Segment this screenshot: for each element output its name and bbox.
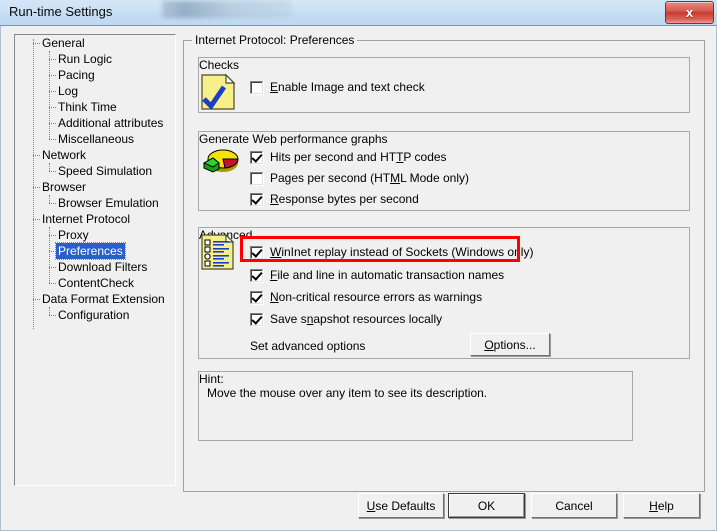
tree-item-label: Browser — [42, 180, 87, 194]
tree-item-label: General — [42, 36, 85, 50]
ok-label: OK — [449, 494, 524, 517]
checkbox-box[interactable] — [250, 150, 263, 164]
hint-text: Move the mouse over any item to see its … — [207, 386, 488, 400]
tree-item-configuration[interactable]: Configuration — [15, 307, 175, 323]
tree-spine — [49, 163, 50, 171]
checkbox-box[interactable] — [250, 171, 263, 185]
tree-item-additional-attributes[interactable]: Additional attributes — [15, 115, 175, 131]
settings-tree-panel[interactable]: General Run Logic Pacing Log Think Time Addit… — [14, 34, 176, 486]
checkbox-box[interactable] — [250, 312, 263, 326]
tree-item-label: Additional attributes — [58, 116, 164, 130]
checkbox-box[interactable] — [250, 192, 263, 206]
tree-item-think-time[interactable]: Think Time — [15, 99, 175, 115]
tree-item-label: Run Logic — [58, 52, 113, 66]
checkbox-save-snapshot-resources-locally[interactable]: Save snapshot resources locally — [250, 311, 442, 327]
checkbox-box[interactable] — [250, 80, 263, 94]
tree-item-label: Preferences — [55, 242, 126, 260]
checkbox-label: Save snapshot resources locally — [270, 312, 443, 326]
tree-item-label: Speed Simulation — [58, 164, 153, 178]
cancel-button[interactable]: Cancel — [531, 493, 617, 518]
checkbox-non-critical-resource-errors-as-warnings[interactable]: Non-critical resource errors as warnings — [250, 289, 482, 305]
use-defaults-label: Use Defaults — [366, 498, 436, 513]
window-title: Run-time Settings — [9, 4, 113, 19]
yellow-page-check-icon — [200, 73, 238, 116]
checkbox-label: Non-critical resource errors as warnings — [270, 290, 483, 304]
options-button[interactable]: Options... — [470, 333, 550, 356]
group-title-advanced: Advanced — [199, 228, 689, 242]
tree-item-miscellaneous[interactable]: Miscellaneous — [15, 131, 175, 147]
checkbox-label: Enable Image and text check — [270, 80, 425, 94]
close-button[interactable]: x — [665, 1, 714, 24]
group-title-hint: Hint: — [199, 372, 224, 386]
tree-spine — [49, 51, 50, 139]
obscured-background-text — [162, 1, 292, 18]
title-bar: Run-time Settings x — [0, 0, 717, 26]
tree-spine — [49, 195, 50, 203]
tree-item-label: Network — [42, 148, 87, 162]
cancel-label: Cancel — [555, 498, 593, 513]
dialog-client-area: General Run Logic Pacing Log Think Time Addit… — [0, 26, 717, 531]
checkbox-wininet-replay-instead-of-sockets[interactable]: WinInet replay instead of Sockets (Windo… — [250, 244, 533, 260]
tree-item-internet-protocol[interactable]: Internet Protocol — [15, 211, 175, 227]
hint-group: Hint: Move the mouse over any item to se… — [198, 371, 633, 441]
tree-item-label: Miscellaneous — [58, 132, 135, 146]
tree-item-run-logic[interactable]: Run Logic — [15, 51, 175, 67]
tree-item-label: Think Time — [58, 100, 117, 114]
tree-item-proxy[interactable]: Proxy — [15, 227, 175, 243]
tree-item-network[interactable]: Network — [15, 147, 175, 163]
set-advanced-options-label: Set advanced options — [250, 339, 366, 353]
tree-spine — [49, 307, 50, 315]
group-title-main: Internet Protocol: Preferences — [192, 33, 358, 47]
tree-item-label: Internet Protocol — [42, 212, 131, 226]
group-title-graphs: Generate Web performance graphs — [199, 132, 388, 146]
checkbox-pages-per-second[interactable]: Pages per second (HTML Mode only) — [250, 170, 469, 186]
runtime-settings-dialog: Run-time Settings x General Run Logic Paci… — [0, 0, 717, 531]
checkbox-enable-image-and-text-check[interactable]: Enable Image and text check — [250, 79, 425, 95]
tree-item-browser-emulation[interactable]: Browser Emulation — [15, 195, 175, 211]
tree-item-pacing[interactable]: Pacing — [15, 67, 175, 83]
options-button-label: Options... — [484, 337, 536, 352]
tree-item-general[interactable]: General — [15, 35, 175, 51]
checkbox-label: Hits per second and HTTP codes — [270, 150, 447, 164]
tree-item-label: Browser Emulation — [58, 196, 159, 210]
tree-spine — [49, 227, 50, 283]
tree-item-label: ContentCheck — [58, 276, 135, 290]
tree-item-preferences[interactable]: Preferences — [15, 242, 175, 260]
tree-item-speed-simulation[interactable]: Speed Simulation — [15, 163, 175, 179]
checkbox-label: Response bytes per second — [270, 192, 419, 206]
tree-item-browser[interactable]: Browser — [15, 179, 175, 195]
checkbox-hits-per-second-and-http-codes[interactable]: Hits per second and HTTP codes — [250, 149, 447, 165]
yellow-document-list-icon — [200, 233, 238, 276]
tree-item-label: Log — [58, 84, 79, 98]
pie-chart-icon — [201, 141, 241, 182]
checkbox-label: File and line in automatic transaction n… — [270, 268, 505, 282]
checkbox-label: Pages per second (HTML Mode only) — [270, 171, 469, 185]
close-icon: x — [685, 5, 694, 20]
tree-item-data-format-extension[interactable]: Data Format Extension — [15, 291, 175, 307]
group-title-checks: Checks — [199, 58, 240, 72]
help-label: Help — [649, 498, 674, 513]
use-defaults-button[interactable]: Use Defaults — [358, 493, 444, 518]
tree-item-label: Pacing — [58, 68, 95, 82]
checkbox-response-bytes-per-second[interactable]: Response bytes per second — [250, 191, 419, 207]
checkbox-box[interactable] — [250, 290, 263, 304]
ok-button[interactable]: OK — [448, 493, 525, 518]
tree-item-label: Configuration — [58, 308, 130, 322]
checkbox-file-and-line-in-automatic-transaction-names[interactable]: File and line in automatic transaction n… — [250, 267, 504, 283]
tree-item-label: Data Format Extension — [42, 292, 165, 306]
checkbox-box[interactable] — [250, 268, 263, 282]
help-button[interactable]: Help — [623, 493, 700, 518]
checkbox-box[interactable] — [250, 245, 263, 259]
tree-item-contentcheck[interactable]: ContentCheck — [15, 275, 175, 291]
tree-item-label: Download Filters — [58, 260, 148, 274]
internet-protocol-preferences-group: Internet Protocol: Preferences Checks En… — [183, 33, 705, 492]
tree-item-log[interactable]: Log — [15, 83, 175, 99]
tree-item-label: Proxy — [58, 228, 89, 242]
settings-tree: General Run Logic Pacing Log Think Time Addit… — [15, 35, 175, 331]
tree-item-download-filters[interactable]: Download Filters — [15, 259, 175, 275]
checkbox-label: WinInet replay instead of Sockets (Windo… — [270, 245, 534, 259]
